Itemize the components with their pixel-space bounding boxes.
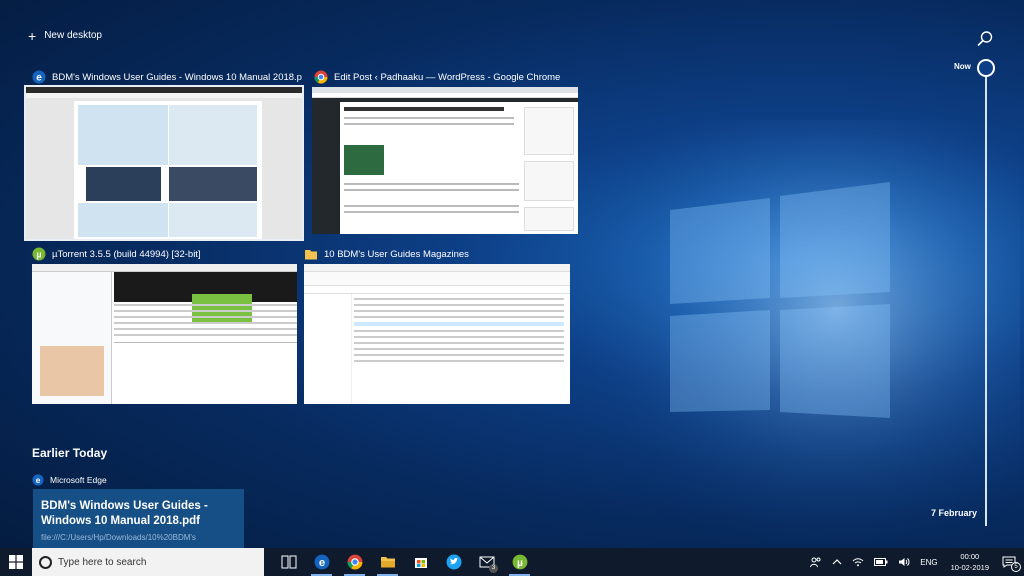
svg-text:µ: µ [36, 250, 41, 260]
folder-icon [305, 250, 317, 260]
earlier-today-heading: Earlier Today [32, 446, 108, 460]
windows-logo-icon [9, 555, 23, 569]
system-tray: ENG 00:00 10-02-2019 5 [805, 548, 1024, 576]
clock[interactable]: 00:00 10-02-2019 [943, 551, 997, 573]
chrome-icon [347, 554, 362, 570]
utorrent-icon: µ [512, 554, 527, 570]
window-title: µTorrent 3.5.5 (build 44994) [32-bit] [52, 248, 201, 260]
window-thumbnail [24, 85, 304, 241]
action-center-button[interactable]: 5 [997, 548, 1024, 576]
people-button[interactable] [805, 548, 827, 576]
taskbar-file-explorer[interactable] [371, 548, 404, 576]
battery-button[interactable] [869, 548, 893, 576]
timeline-now-label: Now [954, 62, 971, 71]
taskbar: Type here to search e 3 µ ENG 00:00 10-0… [0, 548, 1024, 576]
volume-button[interactable] [893, 548, 915, 576]
edge-icon: e [32, 474, 44, 486]
window-utorrent[interactable]: µ µTorrent 3.5.5 (build 44994) [32-bit] [32, 244, 297, 404]
twitter-icon [446, 554, 461, 570]
task-view-icon [281, 555, 296, 569]
start-button[interactable] [0, 548, 32, 576]
timeline-scrollbar[interactable] [985, 68, 987, 526]
people-icon [810, 557, 821, 568]
window-edge-pdf[interactable]: e BDM's Windows User Guides - Windows 10… [24, 67, 304, 241]
timeline-handle[interactable] [977, 59, 995, 77]
window-title: BDM's Windows User Guides - Windows 10 M… [52, 71, 302, 83]
window-chrome-wordpress[interactable]: Edit Post ‹ Padhaaku — WordPress - Googl… [312, 67, 578, 234]
earlier-app-name: Microsoft Edge [50, 475, 107, 485]
timeline-date-label: 7 February [931, 508, 978, 518]
window-title: Edit Post ‹ Padhaaku — WordPress - Googl… [334, 71, 561, 83]
taskbar-mail[interactable]: 3 [470, 548, 503, 576]
desktop-wallpaper-light [560, 120, 1020, 540]
new-desktop-label: New desktop [44, 30, 102, 41]
file-explorer-icon [380, 557, 395, 568]
chrome-icon [314, 70, 328, 84]
svg-text:e: e [318, 557, 324, 569]
mail-badge: 3 [489, 564, 498, 573]
activity-card-url: file:///C:/Users/Hp/Downloads/10%20BDM's [41, 533, 196, 542]
window-title-bar: 10 BDM's User Guides Magazines [304, 244, 570, 264]
network-button[interactable] [847, 548, 869, 576]
notification-count: 5 [1011, 562, 1021, 572]
taskbar-twitter[interactable] [437, 548, 470, 576]
utorrent-icon: µ [32, 247, 46, 261]
edge-icon: e [32, 70, 46, 84]
search-placeholder: Type here to search [58, 556, 147, 568]
taskbar-chrome[interactable] [338, 548, 371, 576]
clock-date: 10-02-2019 [950, 563, 989, 572]
battery-icon [874, 558, 888, 566]
activity-card-title: BDM's Windows User Guides - Windows 10 M… [41, 500, 208, 527]
taskbar-search-box[interactable]: Type here to search [32, 548, 264, 576]
wifi-icon [852, 558, 864, 567]
taskbar-utorrent[interactable]: µ [503, 548, 536, 576]
earlier-activity-card[interactable]: BDM's Windows User Guides - Windows 10 M… [33, 489, 244, 548]
new-desktop-button[interactable]: + New desktop [28, 27, 102, 44]
svg-text:e: e [36, 73, 42, 84]
edge-icon: e [314, 554, 329, 570]
taskbar-edge[interactable]: e [305, 548, 338, 576]
chevron-up-icon [832, 559, 842, 565]
window-file-explorer[interactable]: 10 BDM's User Guides Magazines [304, 244, 570, 404]
show-hidden-icons-button[interactable] [827, 548, 847, 576]
taskbar-store[interactable] [404, 548, 437, 576]
window-thumbnail [304, 264, 570, 404]
plus-icon: + [28, 27, 37, 44]
window-title-bar: Edit Post ‹ Padhaaku — WordPress - Googl… [312, 67, 578, 87]
language-indicator[interactable]: ENG [915, 548, 942, 576]
svg-text:e: e [36, 475, 41, 485]
window-title-bar: e BDM's Windows User Guides - Windows 10… [26, 67, 302, 87]
window-title: 10 BDM's User Guides Magazines [324, 248, 469, 260]
window-title-bar: µ µTorrent 3.5.5 (build 44994) [32-bit] [32, 244, 297, 264]
store-icon [414, 558, 427, 568]
clock-time: 00:00 [960, 552, 980, 561]
svg-text:µ: µ [517, 558, 523, 569]
cortana-icon [39, 555, 52, 569]
window-thumbnail [32, 264, 297, 404]
search-icon[interactable] [976, 30, 994, 48]
task-view-button[interactable] [272, 548, 305, 576]
earlier-activity-app: e Microsoft Edge [32, 474, 107, 486]
window-thumbnail [312, 87, 578, 234]
speaker-icon [899, 558, 910, 566]
